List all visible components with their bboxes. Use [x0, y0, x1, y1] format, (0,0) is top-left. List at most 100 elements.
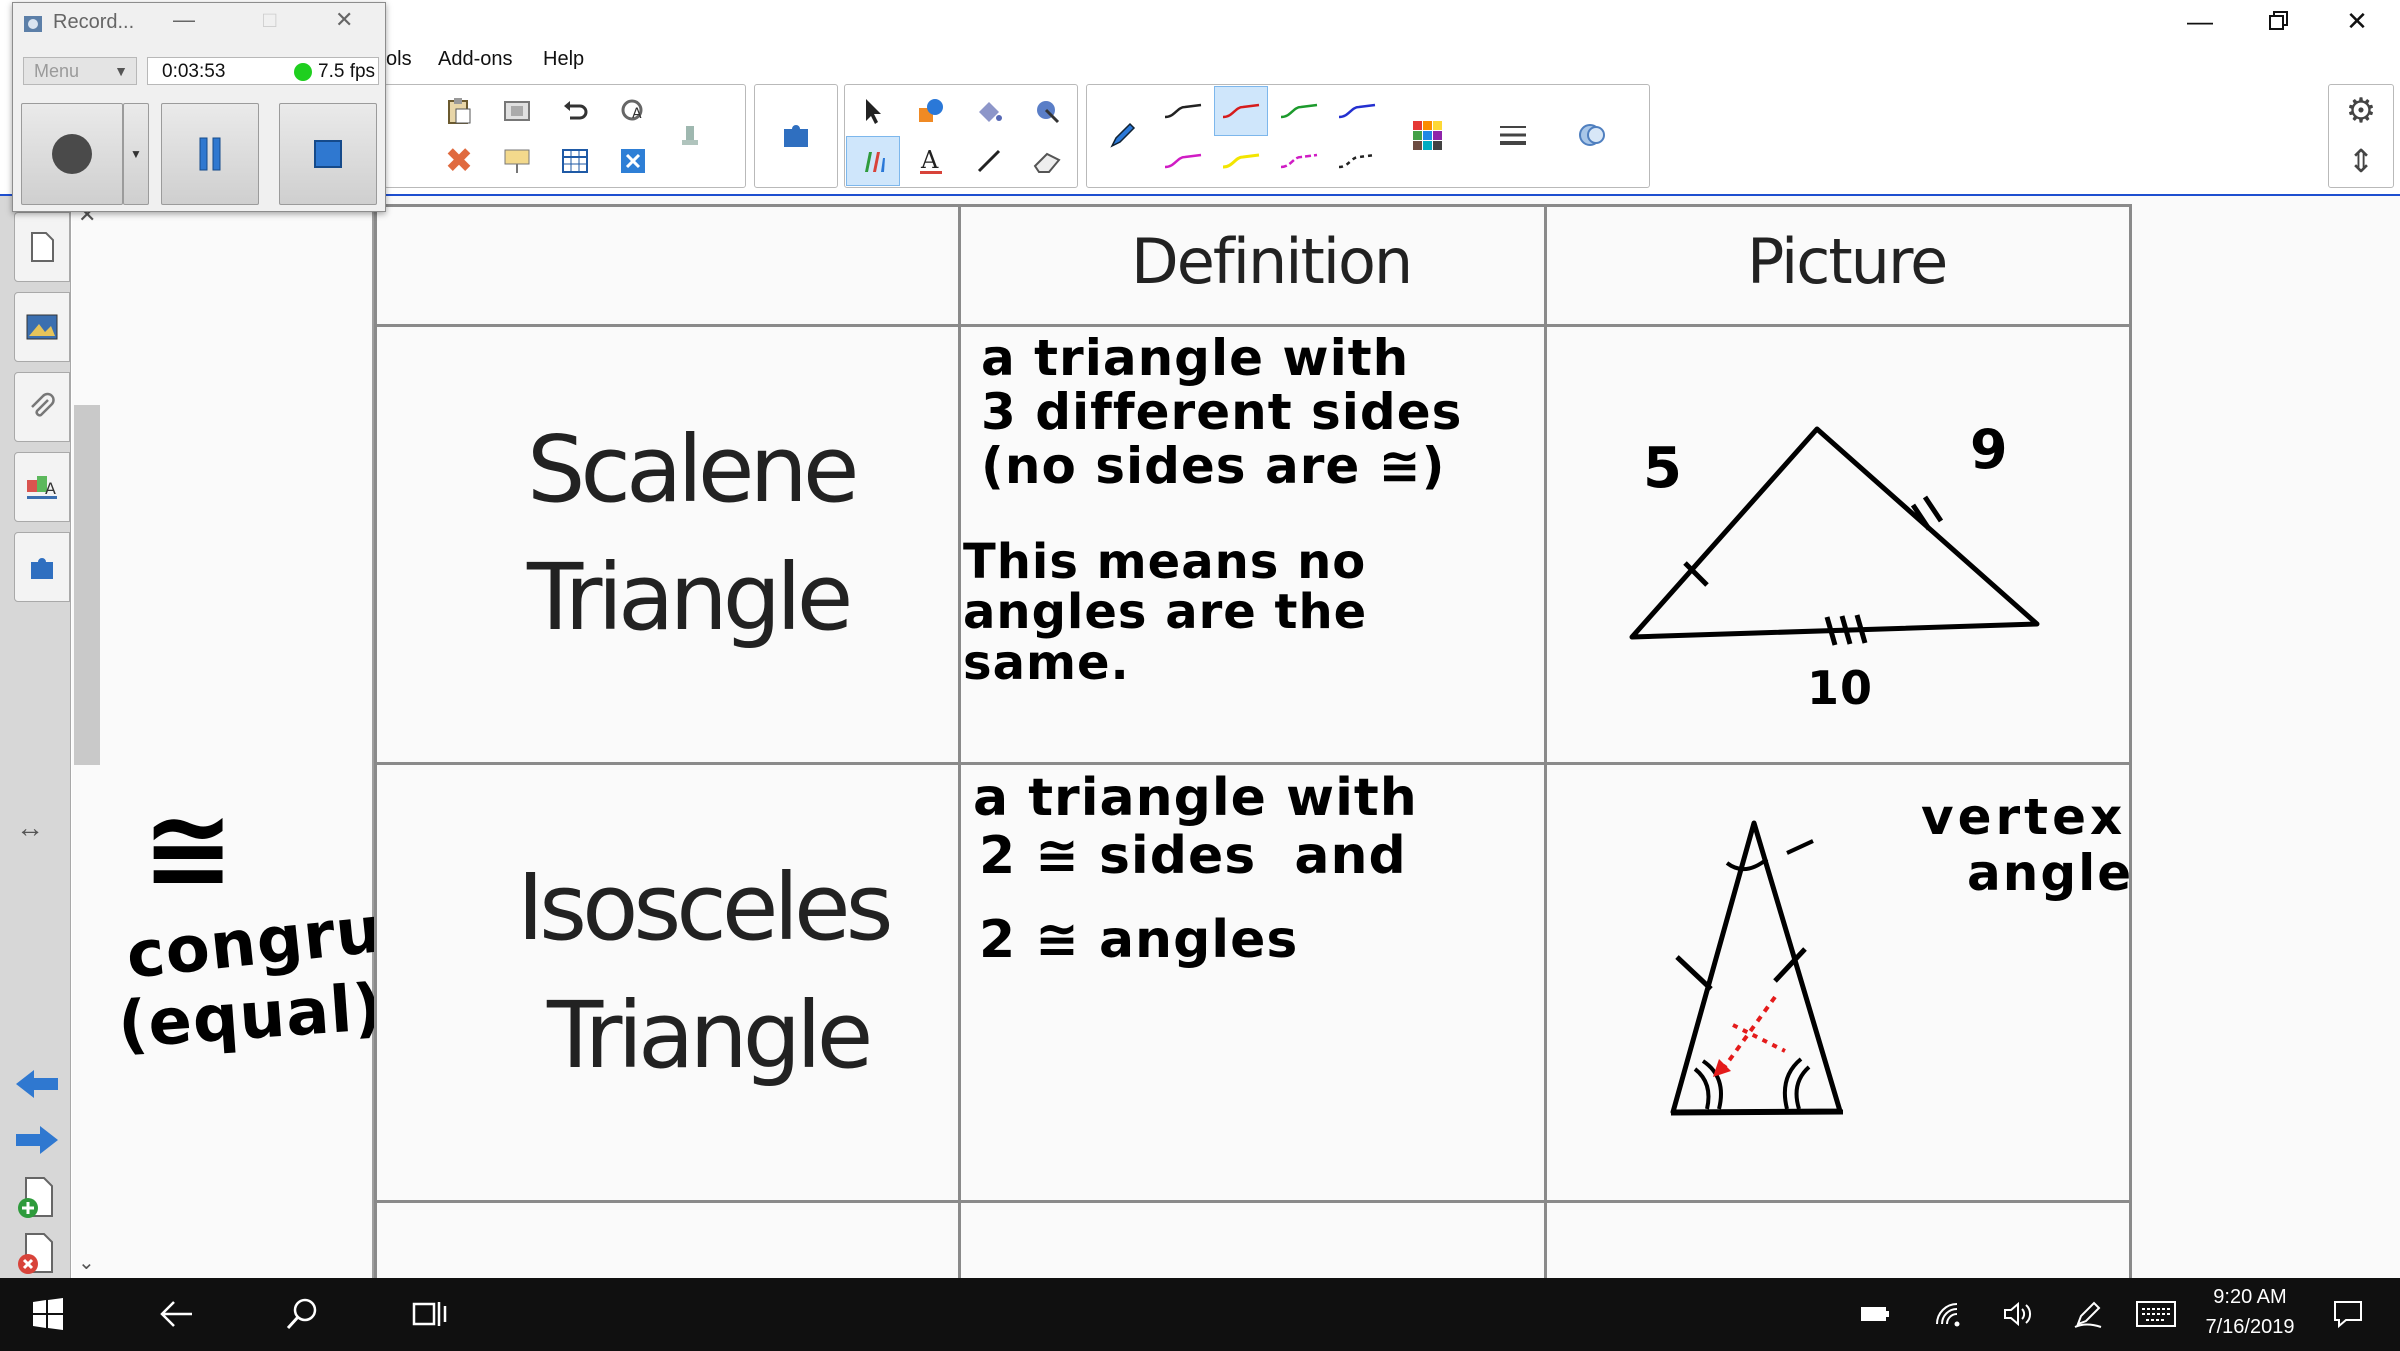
creative-pen-tool[interactable] — [846, 136, 900, 186]
recorder-close-icon[interactable]: ✕ — [335, 7, 353, 33]
fill-tool[interactable] — [963, 87, 1015, 135]
side-scroll-thumb[interactable] — [74, 405, 100, 765]
delete-icon: ✖ — [444, 142, 474, 180]
paste-button[interactable] — [433, 87, 485, 135]
creative-pen-icon — [865, 152, 885, 172]
settings-button[interactable]: ⚙ — [2335, 87, 2387, 135]
table-icon — [562, 149, 588, 173]
menu-help[interactable]: Help — [543, 48, 584, 71]
resize-handle-icon[interactable]: ↔ — [16, 812, 44, 844]
magic-pen-icon — [1037, 101, 1060, 124]
volume-indicator[interactable] — [1988, 1290, 2048, 1338]
action-center-button[interactable] — [2318, 1290, 2378, 1338]
pen-style-blue[interactable] — [1331, 87, 1383, 135]
recorder-menu-dropdown[interactable]: Menu ▼ — [23, 57, 137, 85]
addons-tab[interactable] — [14, 532, 70, 602]
scalene-definition-cell: a triangle with 3 different sides (no si… — [958, 324, 1547, 765]
line-properties-button[interactable] — [1487, 111, 1539, 159]
line-icon — [977, 149, 1001, 173]
task-view-button[interactable] — [400, 1290, 460, 1338]
record-button[interactable] — [21, 103, 123, 205]
picture-header-text: Picture — [1747, 225, 1948, 298]
close-document-button[interactable] — [607, 137, 659, 185]
delete-page-button[interactable] — [16, 1232, 56, 1281]
pen-style-black[interactable] — [1157, 87, 1209, 135]
isosceles-term-line2: Triangle — [547, 982, 873, 1089]
isosceles-term-cell: Isosceles Triangle — [374, 762, 961, 1203]
redo-icon: A — [621, 99, 643, 122]
empty-picture-cell — [1544, 1200, 2132, 1290]
page-sorter-tab[interactable] — [14, 212, 70, 282]
pen-workspace-button[interactable] — [2058, 1290, 2118, 1338]
addons-button[interactable] — [770, 111, 822, 159]
next-page-button[interactable] — [14, 1122, 60, 1163]
screen-shade-button[interactable] — [491, 137, 543, 185]
pen-style-black-dashed[interactable] — [1331, 137, 1383, 185]
toolbar-position-button[interactable]: ⇕ — [2335, 137, 2387, 185]
delete-button[interactable]: ✖ — [433, 137, 485, 185]
previous-page-button[interactable] — [14, 1066, 60, 1107]
definition-header-text: Definition — [1131, 225, 1413, 298]
pen-style-red[interactable] — [1214, 86, 1268, 136]
close-button[interactable]: ✕ — [2322, 0, 2392, 42]
battery-indicator[interactable] — [1845, 1290, 1905, 1338]
attachments-icon — [31, 392, 55, 417]
line-tool[interactable] — [963, 137, 1015, 185]
properties-icon: A — [27, 476, 57, 499]
fill-properties-button[interactable] — [1567, 111, 1619, 159]
recorder-window[interactable]: Record... — □ ✕ Menu ▼ 0:03:53 7.5 fps ▼ — [12, 2, 386, 212]
recorder-app-icon — [24, 16, 42, 32]
back-arrow-icon — [16, 1070, 58, 1098]
undo-button[interactable] — [549, 87, 601, 135]
minimize-button[interactable]: — — [2165, 0, 2235, 42]
select-tool[interactable] — [847, 87, 899, 135]
panel-scroll-down-icon[interactable]: ⌄ — [78, 1250, 95, 1275]
pause-button[interactable] — [161, 103, 259, 205]
screen-capture-button[interactable] — [491, 87, 543, 135]
add-page-button[interactable] — [16, 1176, 56, 1225]
touch-keyboard-button[interactable] — [2126, 1290, 2186, 1338]
start-button[interactable] — [18, 1290, 78, 1338]
forward-arrow-icon — [16, 1126, 58, 1154]
minimize-icon: — — [2187, 5, 2213, 36]
document-camera-button[interactable] — [665, 111, 717, 159]
pen-style-green[interactable] — [1273, 87, 1325, 135]
menu-addons[interactable]: Add-ons — [438, 48, 513, 71]
attachments-tab[interactable] — [14, 372, 70, 442]
whiteboard-canvas[interactable]: Definition Picture Scalene Triangle a tr… — [374, 196, 2400, 1290]
pen-style-magenta-dashed[interactable] — [1273, 137, 1325, 185]
pen-style-magenta[interactable] — [1157, 137, 1209, 185]
scalene-note-text: This means no angles are the same. — [963, 534, 1368, 691]
record-options-button[interactable]: ▼ — [123, 103, 149, 205]
isosceles-definition-cell: a triangle with 2 ≅ sides and 2 ≅ angles — [958, 762, 1547, 1203]
clock-date[interactable]: 7/16/2019 — [2190, 1316, 2310, 1339]
recorder-minimize-icon[interactable]: — — [173, 7, 195, 33]
eraser-tool[interactable] — [1021, 137, 1073, 185]
clock-time[interactable]: 9:20 AM — [2190, 1286, 2310, 1309]
chevron-down-icon: ▼ — [114, 63, 128, 79]
color-palette-button[interactable] — [1401, 111, 1453, 159]
back-button[interactable] — [146, 1290, 206, 1338]
restore-button[interactable] — [2244, 0, 2314, 42]
side-panel: ✕ ⌄ ≅ congruent (equal) — [72, 196, 508, 1278]
recording-status-indicator — [294, 63, 312, 81]
drawing-tool-group: A — [844, 84, 1078, 188]
magic-pen-tool[interactable] — [1021, 87, 1073, 135]
table-button[interactable] — [549, 137, 601, 185]
restore-icon — [2269, 11, 2288, 30]
pause-icon — [199, 137, 221, 171]
menu-tools[interactable]: ols — [386, 48, 412, 71]
pen-tool[interactable] — [1097, 111, 1149, 159]
pen-style-yellow[interactable] — [1215, 137, 1267, 185]
isosceles-picture-cell: vertex angle — [1544, 762, 2132, 1203]
properties-tab[interactable]: A — [14, 452, 70, 522]
gallery-tab[interactable] — [14, 292, 70, 362]
volume-icon — [2004, 1301, 2032, 1327]
search-button[interactable] — [272, 1290, 332, 1338]
svg-text:A: A — [45, 479, 56, 498]
redo-button[interactable]: A — [607, 87, 659, 135]
shapes-tool[interactable] — [905, 87, 957, 135]
network-indicator[interactable] — [1918, 1290, 1978, 1338]
text-tool[interactable]: A — [905, 137, 957, 185]
stop-button[interactable] — [279, 103, 377, 205]
